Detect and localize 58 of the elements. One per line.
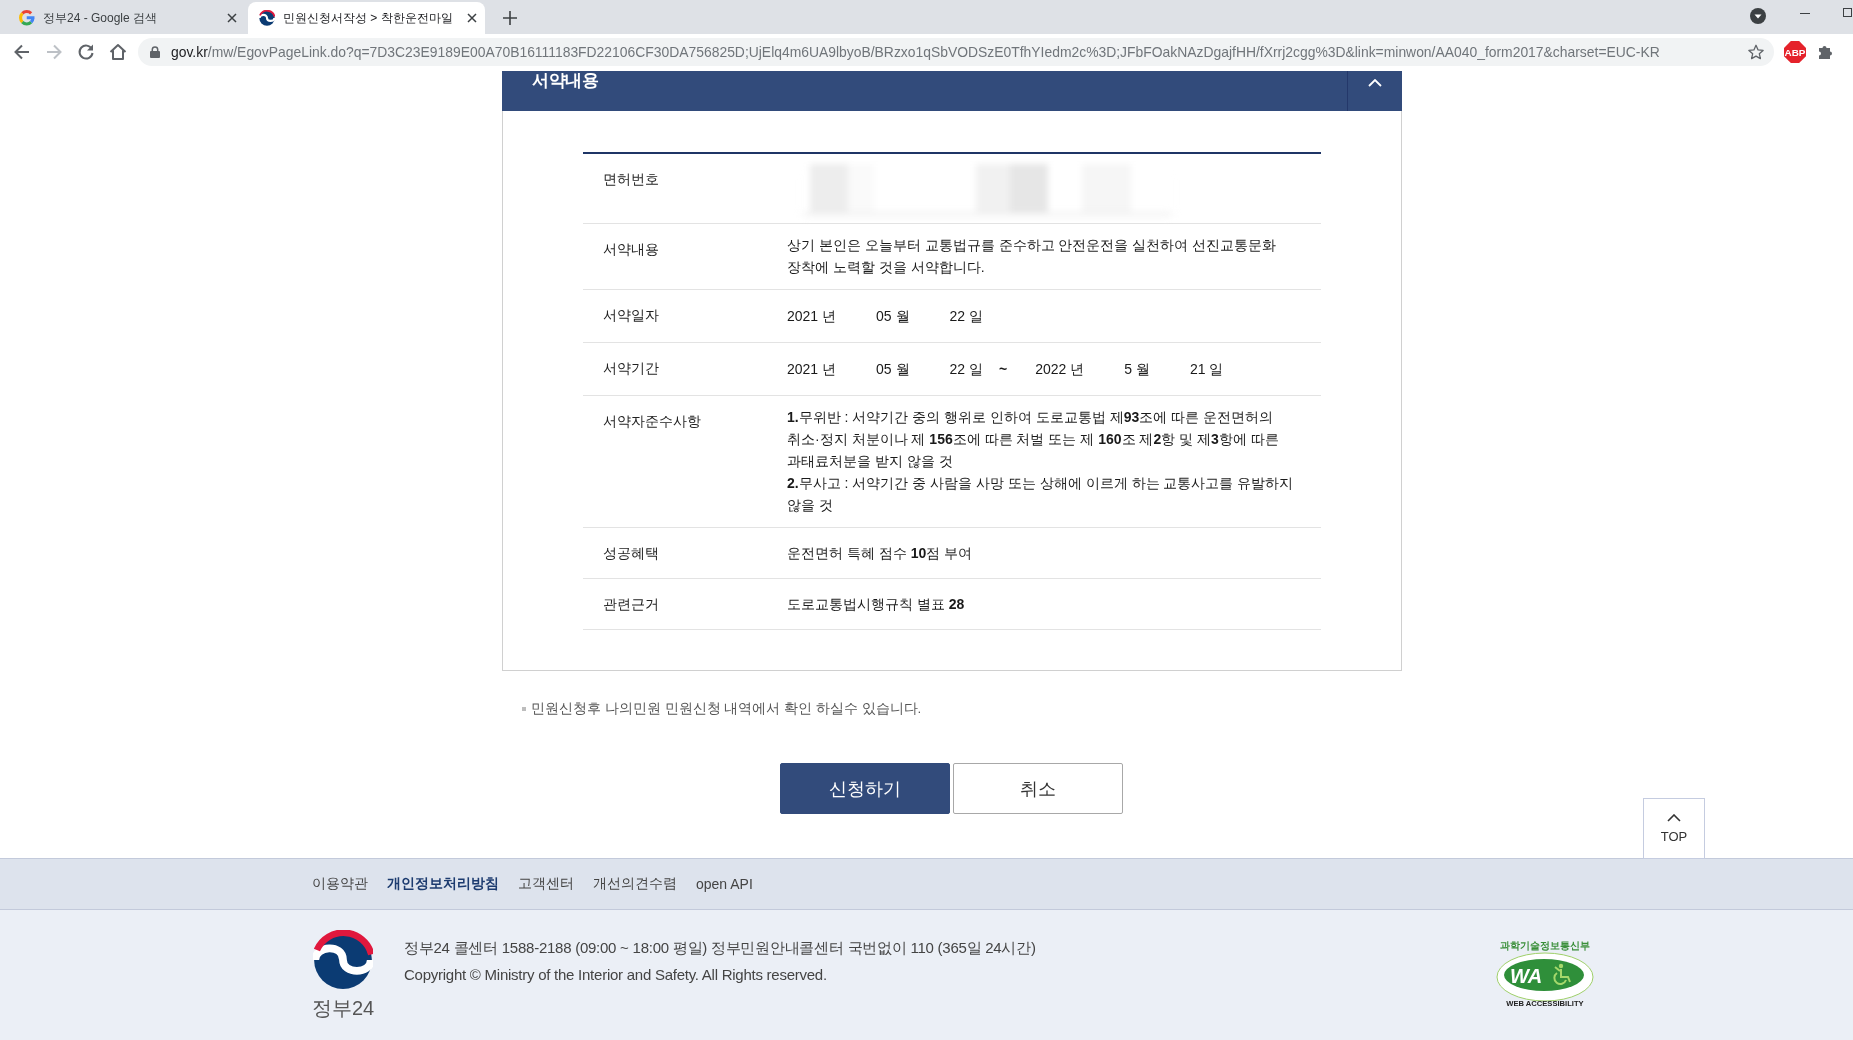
copyright-text: Copyright © Ministry of the Interior and Safety. All Rights reserved. xyxy=(404,965,828,985)
logo-text: 정부24 xyxy=(311,996,375,1020)
reload-icon[interactable] xyxy=(76,42,96,62)
swirl-emblem-icon xyxy=(259,10,275,26)
row-value: 도로교통법시행규칙 별표 28 xyxy=(787,594,966,614)
extension-button[interactable]: ABP xyxy=(1784,41,1806,63)
chevron-up-icon[interactable] xyxy=(1368,79,1382,87)
date-part: 05 월 xyxy=(876,359,910,379)
row-value: 운전면허 특혜 점수 10점 부여 xyxy=(787,543,974,563)
square-bullet-icon xyxy=(522,707,526,711)
row-value: 상기 본인은 오늘부터 교통법규를 준수하고 안전운전을 실천하여 선진교통문화 장착에 노력할 것을 서약합니다. xyxy=(787,236,1278,277)
plus-icon[interactable] xyxy=(503,11,517,25)
footer-link[interactable]: 고객센터 xyxy=(518,875,574,893)
pledge-condition: 1.무위반 : 서약기간 중의 행위로 인하여 도로교통법 제93조에 따른 운전면허의 취소·정지 처분이나 제 156조에 따른 처벌 또는 제 160조 제2항 및 제3항에 따른 과태료처분을 받지 않을 것 xyxy=(787,408,1280,471)
row-label: 서약자준수사항 xyxy=(602,412,702,431)
row-label: 관련근거 xyxy=(602,595,660,614)
contact-text: 정부24 콜센터 1588-2188 (09:00 ~ 18:00 평일) 정부민원안내콜센터 국번없이 110 (365일 24시간) xyxy=(404,938,1036,958)
pledge-condition: 2.무사고 : 서약기간 중 사람을 사망 또는 상해에 이르게 하는 교통사고를 유발하지 않을 것 xyxy=(787,474,1295,515)
footer-link[interactable]: open API xyxy=(696,876,753,892)
home-icon[interactable] xyxy=(108,42,128,62)
back-to-top-button[interactable]: TOP xyxy=(1643,798,1705,859)
date-part: 22 일 xyxy=(949,359,983,379)
footer-link[interactable]: 개선의견수렴 xyxy=(593,875,677,893)
address-field[interactable]: gov.kr/mw/EgovPageLink.do?q=7D3C23E9189E00A70B16111183FD22106CF30DA756825D;UjElq4m6UA9lbyoB/BRzxo1qSbVODSzE0TfhYIedm2c%3D;JFbFOakNAzDgajfHH/fXrrj2cgg%3D&link=minwon/AA040_form2017&charset=EUC-KR xyxy=(138,38,1774,66)
section-title: 서약내용 xyxy=(531,71,598,91)
date-part: 2021 년 xyxy=(787,306,837,326)
range-separator: ~ xyxy=(999,359,1008,379)
puzzle-icon[interactable] xyxy=(1817,44,1833,60)
back-arrow-icon[interactable] xyxy=(12,42,32,62)
row-label: 서약내용 xyxy=(602,240,660,259)
date-part: 22 일 xyxy=(949,306,983,326)
chevron-up-icon xyxy=(1667,814,1681,822)
date-part: 5 월 xyxy=(1124,359,1150,379)
footer-link[interactable]: 개인정보처리방침 xyxy=(387,875,499,893)
minimize-icon[interactable] xyxy=(1800,12,1810,14)
footer-link[interactable]: 이용약관 xyxy=(312,875,368,893)
cancel-button[interactable]: 취소 xyxy=(953,763,1123,814)
row-label: 성공혜택 xyxy=(602,544,660,563)
close-icon[interactable] xyxy=(227,13,237,23)
lock-icon xyxy=(150,46,160,58)
caret-circle-icon[interactable] xyxy=(1750,8,1766,24)
notice-text: 민원신청후 나의민원 민원신청 내역에서 확인 하실수 있습니다. xyxy=(531,700,922,718)
date-part: 2022 년 xyxy=(1035,359,1085,379)
browser-tab[interactable]: 정부24 - Google 검색 xyxy=(8,2,245,34)
browser-tab[interactable]: 민원신청서작성 > 착한운전마일 xyxy=(248,2,485,34)
apply-button[interactable]: 신청하기 xyxy=(780,763,950,814)
date-part: 05 월 xyxy=(876,306,910,326)
maximize-icon[interactable] xyxy=(1843,7,1852,17)
g-logo-icon xyxy=(19,10,35,26)
row-label: 서약기간 xyxy=(602,359,660,378)
star-icon[interactable] xyxy=(1748,44,1764,60)
close-icon[interactable] xyxy=(467,13,477,23)
row-label: 서약일자 xyxy=(602,306,660,325)
swirl-emblem-icon xyxy=(313,930,373,990)
date-part: 21 일 xyxy=(1189,359,1224,379)
date-part: 2021 년 xyxy=(787,359,837,379)
row-label: 면허번호 xyxy=(602,170,660,189)
url-text: gov.kr/mw/EgovPageLink.do?q=7D3C23E9189E00A70B16111183FD22106CF30DA756825D;UjElq4m6UA9lbyoB/BRzxo1qSbVODSzE0TfhYIedm2c%3D;JFbFOakNAzDgajfHH/fXrrj2cgg%3D&link=minwon/AA040_form2017&charset=EUC-KR xyxy=(171,44,1661,60)
